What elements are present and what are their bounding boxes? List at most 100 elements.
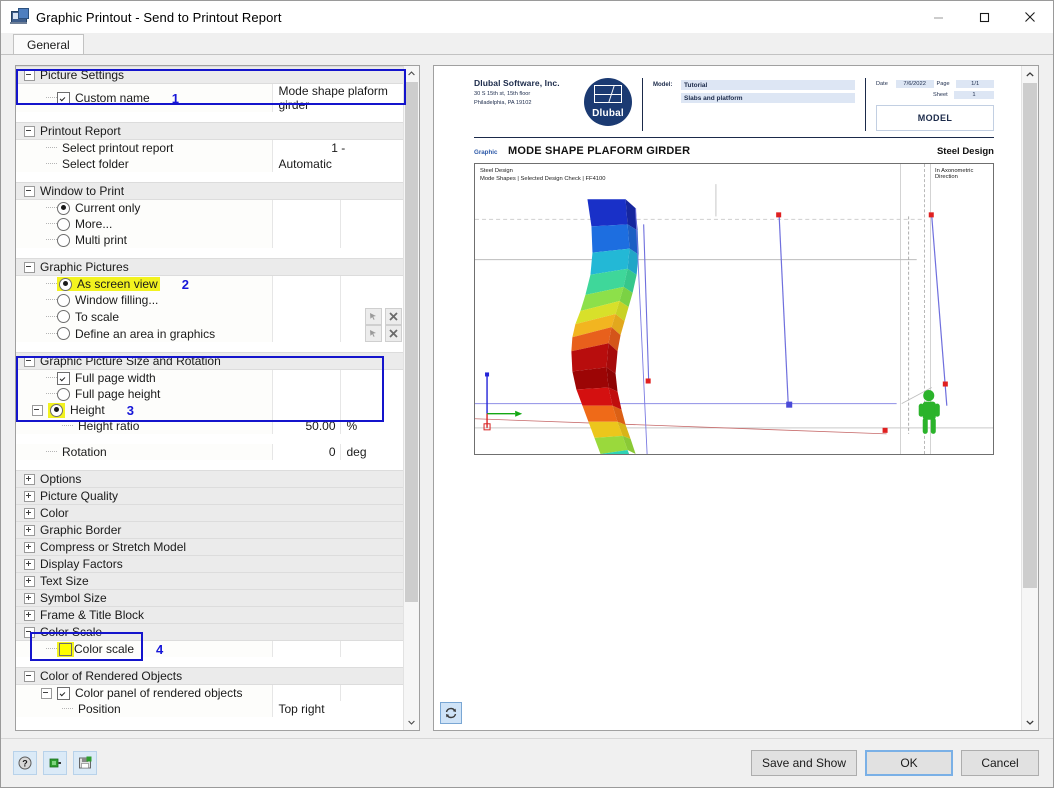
maximize-button[interactable] (961, 1, 1007, 33)
group-header-frame-title-block[interactable]: Frame & Title Block (16, 606, 404, 624)
refresh-preview-button[interactable] (440, 702, 462, 724)
delete-icon[interactable] (385, 325, 402, 342)
group-header-color-of-rendered-objects[interactable]: Color of Rendered Objects (16, 667, 404, 685)
group-header-color[interactable]: Color (16, 504, 404, 522)
checkbox-color-scale[interactable] (59, 642, 72, 656)
radio-window-filling[interactable] (57, 293, 70, 307)
value-select-folder[interactable]: Automatic (273, 157, 405, 171)
expand-toggle-symbol-size[interactable] (24, 592, 35, 604)
collapse-toggle-color-panel[interactable] (41, 687, 52, 699)
pick-icon[interactable] (365, 308, 382, 325)
expand-toggle-color[interactable] (24, 507, 35, 519)
group-header-color-scale[interactable]: Color Scale (16, 623, 404, 641)
value-height-ratio[interactable]: 50.00 (273, 419, 340, 433)
callout-marker-2: 2 (181, 276, 189, 292)
group-header-compress-or-stretch-model[interactable]: Compress or Stretch Model (16, 538, 404, 556)
expand-toggle-frame-title-block[interactable] (24, 609, 35, 621)
row-current-only[interactable]: Current only (16, 199, 404, 216)
row-full-page-width[interactable]: Full page width (16, 369, 404, 386)
expand-toggle-text-size[interactable] (24, 575, 35, 587)
checkbox-full-page-width[interactable] (57, 371, 70, 385)
graphic-canvas[interactable]: Steel Design Mode Shapes | Selected Desi… (474, 163, 994, 456)
group-header-text-size[interactable]: Text Size (16, 572, 404, 590)
group-header-options[interactable]: Options (16, 470, 404, 488)
collapse-toggle-color-scale[interactable] (24, 626, 35, 638)
expand-toggle-graphic-border[interactable] (24, 524, 35, 536)
group-header-printout-report[interactable]: Printout Report (16, 122, 404, 140)
row-height-ratio[interactable]: Height ratio 50.00 % (16, 418, 404, 434)
group-header-symbol-size[interactable]: Symbol Size (16, 589, 404, 607)
save-settings-icon[interactable] (73, 751, 97, 775)
settings-apply-icon[interactable] (43, 751, 67, 775)
expand-toggle-picture-quality[interactable] (24, 490, 35, 502)
radio-full-page-height[interactable] (57, 387, 70, 401)
group-header-window-to-print[interactable]: Window to Print (16, 182, 404, 200)
radio-to-scale[interactable] (57, 310, 70, 323)
group-header-graphic-pictures[interactable]: Graphic Pictures (16, 258, 404, 276)
group-header-display-factors[interactable]: Display Factors (16, 555, 404, 573)
value-position[interactable]: Top right (273, 702, 405, 716)
collapse-toggle-height[interactable] (32, 404, 43, 416)
row-label: As screen view (77, 277, 158, 291)
graphic-title: MODE SHAPE PLAFORM GIRDER (508, 145, 691, 158)
ok-button[interactable]: OK (865, 750, 953, 776)
collapse-toggle-picture-settings[interactable] (24, 69, 35, 81)
collapse-toggle-graphic-pictures[interactable] (24, 261, 35, 273)
close-button[interactable] (1007, 1, 1053, 33)
row-custom-name[interactable]: Custom name 1 Mode shape plaform girder (16, 83, 405, 112)
radio-multi-print[interactable] (57, 233, 70, 247)
group-header-picture-settings[interactable]: Picture Settings (16, 66, 404, 84)
save-and-show-button[interactable]: Save and Show (750, 750, 857, 776)
expand-toggle-options[interactable] (24, 473, 35, 485)
collapse-toggle-window-to-print[interactable] (24, 185, 35, 197)
checkbox-custom-name[interactable] (57, 91, 70, 105)
collapse-toggle-size-rotation[interactable] (24, 355, 35, 367)
row-window-filling[interactable]: Window filling... (16, 292, 404, 308)
collapse-toggle-printout-report[interactable] (24, 125, 35, 137)
radio-more[interactable] (57, 217, 70, 231)
row-rotation[interactable]: Rotation 0 deg (16, 444, 404, 460)
preview-scroll-down-icon[interactable] (1022, 714, 1038, 730)
minimize-button[interactable] (915, 1, 961, 33)
row-height[interactable]: Height 3 (16, 402, 404, 418)
scrollbar-thumb[interactable] (405, 82, 418, 602)
row-define-area-in-graphics[interactable]: Define an area in graphics (16, 325, 404, 342)
tab-general[interactable]: General (13, 34, 84, 55)
checkbox-color-panel[interactable] (57, 686, 70, 700)
value-rotation[interactable]: 0 (273, 445, 340, 459)
group-label: Window to Print (40, 184, 125, 198)
row-position[interactable]: Position Top right (16, 701, 404, 717)
row-color-panel-of-rendered-objects[interactable]: Color panel of rendered objects (16, 684, 404, 701)
group-header-graphic-border[interactable]: Graphic Border (16, 521, 404, 539)
row-color-scale[interactable]: Color scale 4 (16, 640, 404, 657)
radio-height[interactable] (50, 403, 63, 417)
row-to-scale[interactable]: To scale (16, 308, 404, 325)
group-header-picture-quality[interactable]: Picture Quality (16, 487, 404, 505)
row-multi-print[interactable]: Multi print (16, 232, 404, 248)
help-icon[interactable]: ? (13, 751, 37, 775)
printout-window-icon (10, 8, 29, 26)
value-select-printout-report[interactable]: 1 - (273, 141, 405, 155)
value-custom-name[interactable]: Mode shape plaform girder (273, 84, 405, 112)
row-select-printout-report[interactable]: Select printout report 1 - (16, 139, 405, 156)
preview-scrollbar-thumb[interactable] (1023, 83, 1037, 588)
preview-scrollbar[interactable] (1021, 66, 1038, 730)
radio-as-screen-view[interactable] (59, 277, 72, 291)
pick-icon[interactable] (365, 325, 382, 342)
row-select-folder[interactable]: Select folder Automatic (16, 156, 404, 172)
preview-scroll-up-icon[interactable] (1022, 66, 1038, 82)
collapse-toggle-rendered-objects[interactable] (24, 670, 35, 682)
scroll-up-icon[interactable] (404, 66, 419, 81)
group-header-graphic-picture-size-and-rotation[interactable]: Graphic Picture Size and Rotation (16, 352, 404, 370)
expand-toggle-compress-stretch[interactable] (24, 541, 35, 553)
settings-scrollbar[interactable] (403, 66, 419, 730)
scroll-down-icon[interactable] (404, 715, 419, 730)
delete-icon[interactable] (385, 308, 402, 325)
row-as-screen-view[interactable]: As screen view 2 (16, 275, 404, 292)
cancel-button[interactable]: Cancel (961, 750, 1039, 776)
radio-define-area-in-graphics[interactable] (57, 327, 70, 340)
expand-toggle-display-factors[interactable] (24, 558, 35, 570)
radio-current-only[interactable] (57, 201, 70, 215)
row-full-page-height[interactable]: Full page height (16, 386, 404, 402)
row-more[interactable]: More... (16, 216, 404, 232)
